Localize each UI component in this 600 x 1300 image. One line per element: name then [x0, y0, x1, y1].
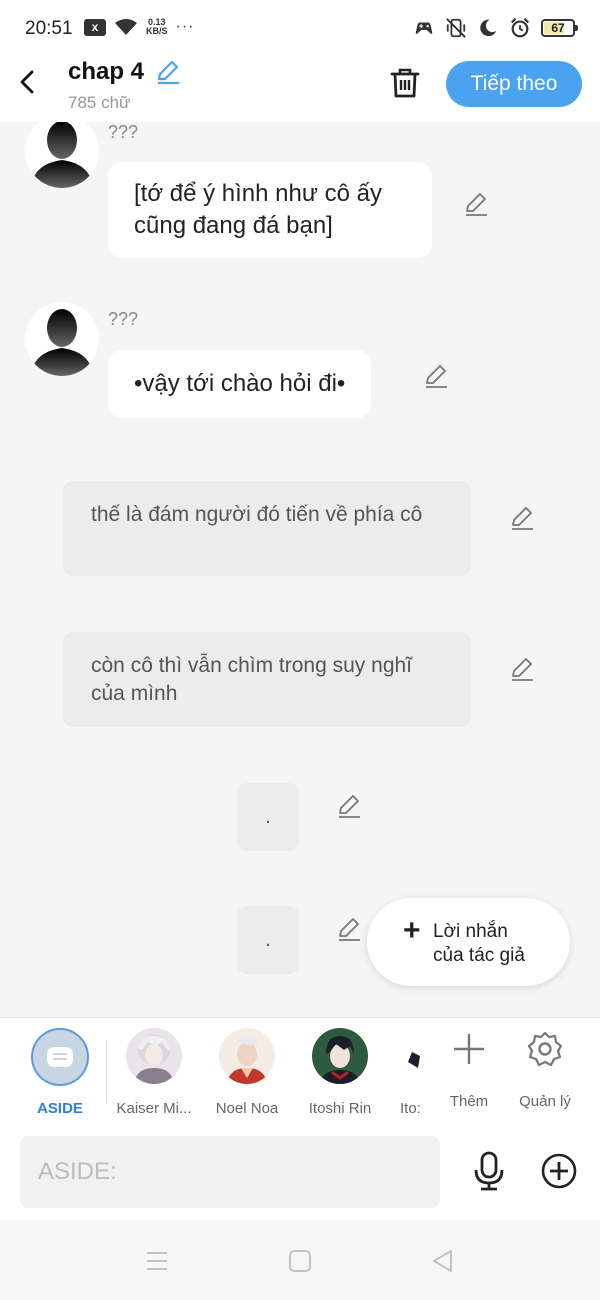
system-nav-bar	[0, 1220, 600, 1300]
silhouette-icon	[31, 309, 93, 376]
add-circle-icon[interactable]	[540, 1152, 578, 1190]
plus-icon	[454, 1034, 484, 1064]
narration-bubble[interactable]: còn cô thì vẫn chìm trong suy nghĩ của m…	[63, 632, 471, 727]
menu-icon[interactable]	[144, 1248, 170, 1274]
back-icon[interactable]	[430, 1248, 456, 1274]
avatar	[312, 1028, 368, 1084]
word-count: 785 chữ	[68, 93, 131, 112]
narration-bubble[interactable]: .	[237, 783, 299, 851]
chapter-header: chap 4 785 chữ Tiếp theo	[0, 56, 600, 122]
avatar	[126, 1028, 182, 1084]
next-button[interactable]: Tiếp theo	[446, 61, 582, 107]
speaker-name: ???	[108, 309, 139, 329]
notification-badge-icon: x	[84, 18, 106, 36]
wifi-icon	[115, 19, 137, 35]
narration-bubble[interactable]: thế là đám người đó tiến về phía cô	[63, 481, 471, 576]
author-note-button[interactable]: + Lời nhắn của tác giả	[367, 898, 570, 986]
home-icon[interactable]	[287, 1248, 313, 1274]
moon-icon	[480, 19, 497, 37]
speaker-name: ???	[108, 122, 139, 142]
avatar	[386, 1028, 422, 1084]
trash-icon[interactable]	[386, 64, 424, 102]
back-arrow-icon[interactable]	[14, 66, 42, 98]
network-speed: 0.13 KB/S	[146, 17, 168, 36]
character-partial[interactable]: Ito:	[386, 1028, 422, 1117]
silhouette-icon	[31, 122, 93, 188]
chat-area[interactable]: ??? [tớ để ý hình như cô ấy cũng đang đá…	[0, 122, 600, 1017]
status-bar: 20:51 x 0.13 KB/S ··· 67	[0, 0, 600, 56]
vibrate-off-icon	[446, 18, 466, 38]
edit-message-pencil-icon[interactable]	[335, 792, 363, 820]
plus-icon: +	[403, 914, 421, 947]
character-avatar[interactable]	[25, 302, 99, 376]
aside-avatar	[31, 1028, 89, 1086]
message-bubble[interactable]: [tớ để ý hình như cô ấy cũng đang đá bạn…	[108, 162, 432, 258]
character-bar: ASIDE Kaiser Mi... Noel Noa Itoshi Rin I…	[0, 1017, 600, 1125]
divider	[106, 1040, 107, 1102]
gear-icon	[527, 1031, 563, 1067]
character-avatar[interactable]	[25, 122, 99, 188]
edit-message-pencil-icon[interactable]	[422, 362, 450, 390]
microphone-icon[interactable]	[470, 1150, 508, 1192]
edit-message-pencil-icon[interactable]	[508, 504, 536, 532]
character-aside[interactable]: ASIDE	[14, 1028, 106, 1117]
author-note-label: Lời nhắn của tác giả	[433, 921, 525, 966]
input-bar	[0, 1125, 600, 1220]
status-time: 20:51	[25, 18, 73, 39]
alarm-icon	[510, 18, 530, 38]
narration-bubble[interactable]: .	[237, 906, 299, 974]
character-itoshi-rin[interactable]: Itoshi Rin	[294, 1028, 386, 1117]
message-input[interactable]	[20, 1136, 440, 1208]
more-notifications-icon: ···	[175, 18, 195, 35]
edit-title-pencil-icon[interactable]	[154, 58, 182, 86]
chapter-title: chap 4	[68, 58, 145, 85]
edit-message-pencil-icon[interactable]	[335, 915, 363, 943]
manage-characters-button[interactable]: Quản lý	[507, 1030, 583, 1110]
edit-message-pencil-icon[interactable]	[462, 190, 490, 218]
battery-icon: 67	[541, 19, 578, 37]
avatar	[219, 1028, 275, 1084]
add-character-button[interactable]: Thêm	[431, 1030, 507, 1110]
character-noel-noa[interactable]: Noel Noa	[201, 1028, 293, 1117]
message-icon	[47, 1047, 73, 1067]
message-bubble[interactable]: •vậy tới chào hỏi đi•	[108, 350, 372, 418]
character-kaiser[interactable]: Kaiser Mi...	[108, 1028, 200, 1117]
edit-message-pencil-icon[interactable]	[508, 655, 536, 683]
game-controller-icon	[415, 22, 433, 34]
